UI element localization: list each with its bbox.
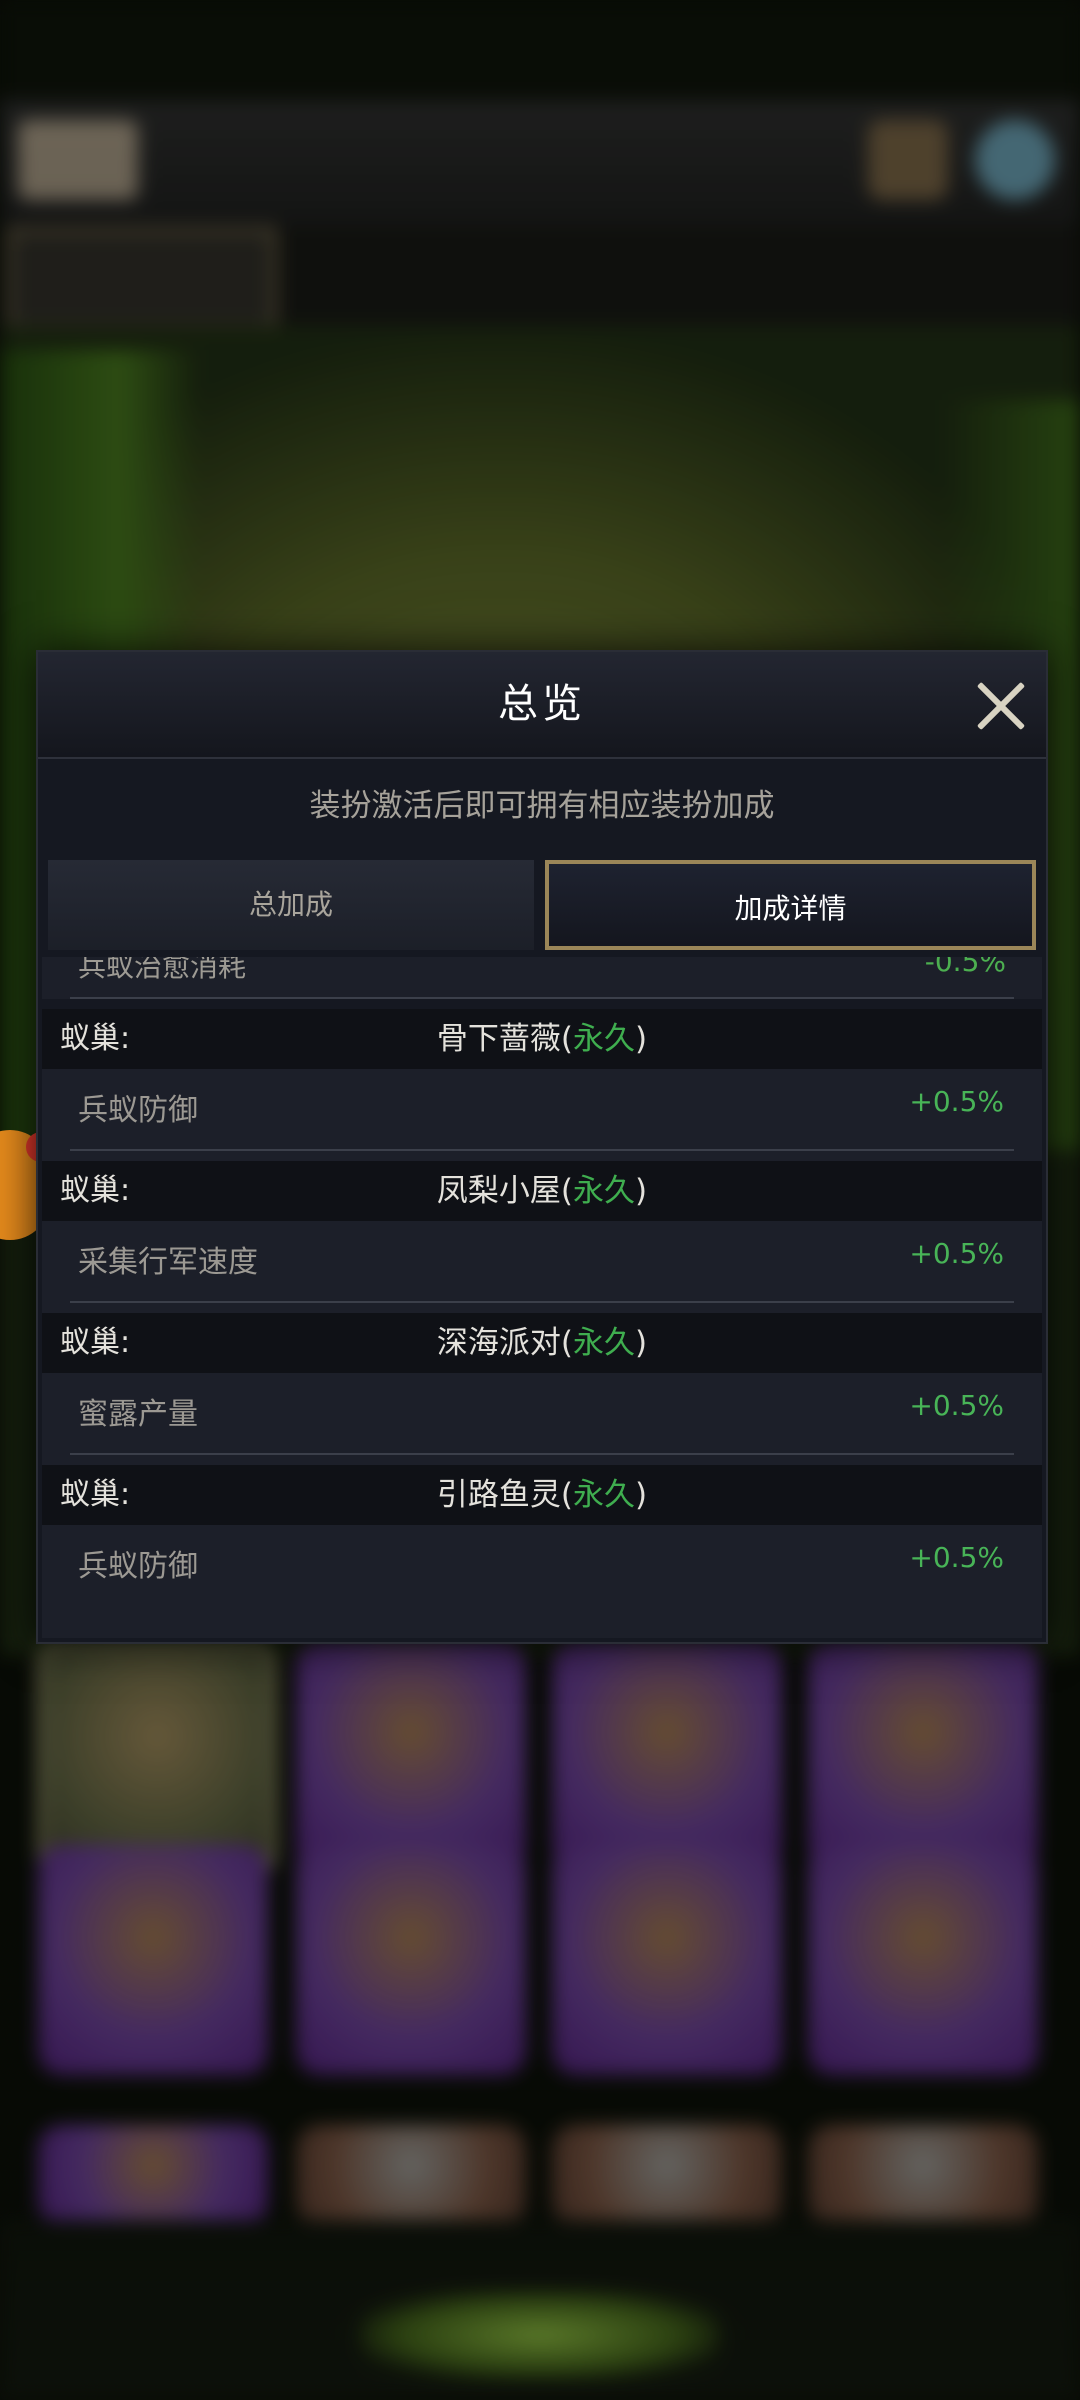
skin-bonus-section: 蚁巢: 骨下蔷薇(永久) 兵蚁防御 +0.5% [42, 1009, 1042, 1163]
skin-bonus-section: 蚁巢: 引路鱼灵(永久) 兵蚁防御 +0.5% [42, 1465, 1042, 1638]
attribute-value: +0.5% [909, 1541, 1004, 1574]
attribute-value: +0.5% [909, 1085, 1004, 1118]
skin-name: 引路鱼灵(永久) [436, 1477, 648, 1513]
divider [70, 997, 1014, 999]
section-header: 蚁巢: 深海派对(永久) [42, 1313, 1042, 1373]
dialog-header: 总览 [38, 652, 1046, 759]
list-item: 兵蚁治愈消耗 -0.5% [42, 957, 1042, 999]
divider [70, 1453, 1014, 1455]
divider [70, 1301, 1014, 1303]
section-header: 蚁巢: 凤梨小屋(永久) [42, 1161, 1042, 1221]
attribute-label: 兵蚁治愈消耗 [78, 957, 247, 983]
section-header: 蚁巢: 引路鱼灵(永久) [42, 1465, 1042, 1525]
list-item: 兵蚁防御 +0.5% [42, 1525, 1042, 1638]
bonus-detail-list[interactable]: 兵蚁治愈消耗 -0.5% 蚁巢: 骨下蔷薇(永久) 兵蚁防御 +0.5% 蚁巢:… [42, 957, 1042, 1638]
tab-total-bonus[interactable]: 总加成 [48, 860, 534, 950]
duration-label: 永久 [573, 1173, 635, 1209]
attribute-value: +0.5% [909, 1237, 1004, 1270]
skin-bonus-section: 蚁巢: 深海派对(永久) 蜜露产量 +0.5% [42, 1313, 1042, 1467]
tab-bonus-details[interactable]: 加成详情 [545, 860, 1036, 950]
attribute-label: 兵蚁防御 [78, 1549, 198, 1584]
skin-name: 骨下蔷薇(永久) [436, 1021, 648, 1057]
attribute-label: 蜜露产量 [78, 1397, 198, 1432]
dialog-subtitle: 装扮激活后即可拥有相应装扮加成 [309, 788, 775, 824]
overview-dialog: 总览 装扮激活后即可拥有相应装扮加成 总加成 加成详情 兵蚁治愈消耗 -0.5%… [36, 650, 1048, 1644]
attribute-value: +0.5% [909, 1389, 1004, 1422]
divider [70, 1149, 1014, 1151]
skin-bonus-section: 蚁巢: 凤梨小屋(永久) 采集行军速度 +0.5% [42, 1161, 1042, 1315]
attribute-label: 兵蚁防御 [78, 1093, 198, 1128]
duration-label: 永久 [573, 1021, 635, 1057]
section-header: 蚁巢: 骨下蔷薇(永久) [42, 1009, 1042, 1069]
dialog-title: 总览 [498, 681, 586, 727]
skin-name: 深海派对(永久) [436, 1325, 648, 1361]
close-icon[interactable] [968, 674, 1032, 738]
skin-name: 凤梨小屋(永久) [436, 1173, 648, 1209]
attribute-label: 采集行军速度 [78, 1245, 258, 1280]
duration-label: 永久 [573, 1325, 635, 1361]
attribute-value: -0.5% [924, 957, 1006, 978]
duration-label: 永久 [573, 1477, 635, 1513]
